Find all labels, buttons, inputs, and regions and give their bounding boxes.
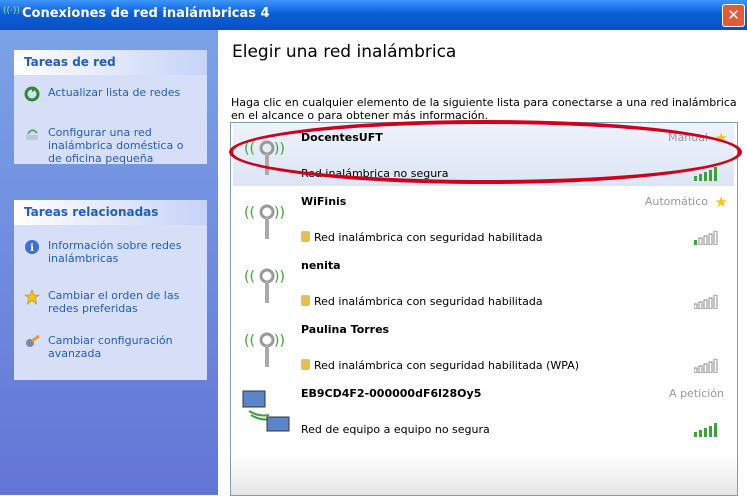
refresh-network-list-link[interactable]: Actualizar lista de redes (24, 86, 204, 102)
advanced-settings-link[interactable]: Cambiar configuración avanzada (24, 334, 204, 364)
network-status-text: Red inalámbrica con seguridad habilitada (314, 231, 543, 244)
svg-text:)): )) (274, 141, 285, 157)
network-name: Paulina Torres (301, 323, 390, 336)
network-status: Red de equipo a equipo no segura (301, 423, 490, 436)
lock-icon (301, 359, 310, 370)
refresh-label: Actualizar lista de redes (48, 86, 181, 99)
settings-icon (24, 334, 40, 350)
network-mode: Manual (668, 131, 708, 144)
wireless-signal-icon: (( )) (244, 268, 285, 303)
computer-to-computer-icon (242, 390, 290, 432)
star-icon (24, 289, 40, 305)
svg-text:)): )) (274, 333, 285, 349)
main-content: Elegir una red inalámbrica Haga clic en … (218, 30, 747, 496)
svg-text:((: (( (244, 205, 255, 221)
wizard-icon (24, 126, 40, 142)
signal-strength-icon (694, 167, 717, 181)
network-row[interactable]: (( )) DocentesUFT Manual ★ Red inalámbri… (233, 123, 734, 186)
network-status-text: Red inalámbrica con seguridad habilitada (314, 295, 543, 308)
network-status-text: Red inalámbrica con seguridad habilitada… (314, 359, 580, 372)
sidebar: Tareas de red Actualizar lista de redes … (0, 30, 218, 495)
network-name: EB9CD4F2-000000dF6l28Oy5 (301, 387, 482, 400)
wireless-signal-icon: (( )) (244, 204, 285, 239)
signal-strength-icon (694, 423, 717, 437)
advanced-settings-label: Cambiar configuración avanzada (48, 334, 173, 360)
network-name: WiFinis (301, 195, 347, 208)
refresh-icon (24, 86, 40, 102)
related-tasks-title: Tareas relacionadas (14, 200, 207, 225)
wireless-info-link[interactable]: i Información sobre redes inalámbricas (24, 239, 204, 269)
network-tasks-title: Tareas de red (14, 50, 207, 75)
title-bar: ((·)) Conexiones de red inalámbricas 4 ✕ (0, 0, 747, 30)
network-status: Red inalámbrica con seguridad habilitada (301, 295, 543, 308)
network-status: Red inalámbrica con seguridad habilitada… (301, 359, 579, 372)
network-mode: A petición (669, 387, 724, 400)
page-title: Elegir una red inalámbrica (232, 42, 457, 62)
preferred-star-icon: ★ (714, 193, 728, 211)
list-bottom-fade (231, 455, 737, 495)
network-row[interactable]: EB9CD4F2-000000dF6l28Oy5 A petición Red … (233, 379, 734, 442)
svg-text:((: (( (244, 333, 255, 349)
network-row[interactable]: (( )) nenita Red inalámbrica con segurid… (233, 251, 734, 314)
network-name: nenita (301, 259, 341, 272)
lock-icon (301, 231, 310, 242)
network-mode: Automático (644, 195, 708, 208)
preferred-star-icon: ★ (714, 129, 728, 147)
wireless-signal-icon: (( )) (244, 140, 285, 175)
change-order-label: Cambiar el orden de las redes preferidas (48, 289, 180, 315)
svg-text:)): )) (274, 205, 285, 221)
instruction-text: Haga clic en cualquier elemento de la si… (231, 96, 737, 122)
svg-text:)): )) (274, 269, 285, 285)
signal-strength-icon (694, 231, 718, 245)
network-row[interactable]: (( )) WiFinis Automático ★ Red inalámbri… (233, 187, 734, 250)
network-status: Red inalámbrica no segura (301, 167, 449, 180)
info-icon: i (24, 239, 40, 255)
network-name: DocentesUFT (301, 131, 383, 144)
window-title: Conexiones de red inalámbricas 4 (22, 6, 270, 21)
change-order-link[interactable]: Cambiar el orden de las redes preferidas (24, 289, 204, 319)
svg-text:i: i (30, 243, 34, 254)
network-status: Red inalámbrica con seguridad habilitada (301, 231, 543, 244)
network-row[interactable]: (( )) Paulina Torres Red inalámbrica con… (233, 315, 734, 378)
signal-strength-icon (694, 295, 718, 309)
info-label: Información sobre redes inalámbricas (48, 239, 182, 265)
close-button[interactable]: ✕ (722, 4, 745, 27)
network-tasks-panel: Tareas de red Actualizar lista de redes … (14, 50, 207, 166)
setup-label: Configurar una red inalámbrica doméstica… (48, 126, 184, 165)
setup-wireless-network-link[interactable]: Configurar una red inalámbrica doméstica… (24, 126, 204, 166)
svg-text:((: (( (244, 269, 255, 285)
wireless-signal-icon: (( )) (244, 332, 285, 367)
signal-strength-icon (694, 359, 718, 373)
wireless-app-icon: ((·)) (3, 6, 20, 16)
related-tasks-panel: Tareas relacionadas i Información sobre … (14, 200, 207, 380)
svg-text:((: (( (244, 141, 255, 157)
network-list[interactable]: (( )) DocentesUFT Manual ★ Red inalámbri… (230, 122, 738, 496)
lock-icon (301, 295, 310, 306)
